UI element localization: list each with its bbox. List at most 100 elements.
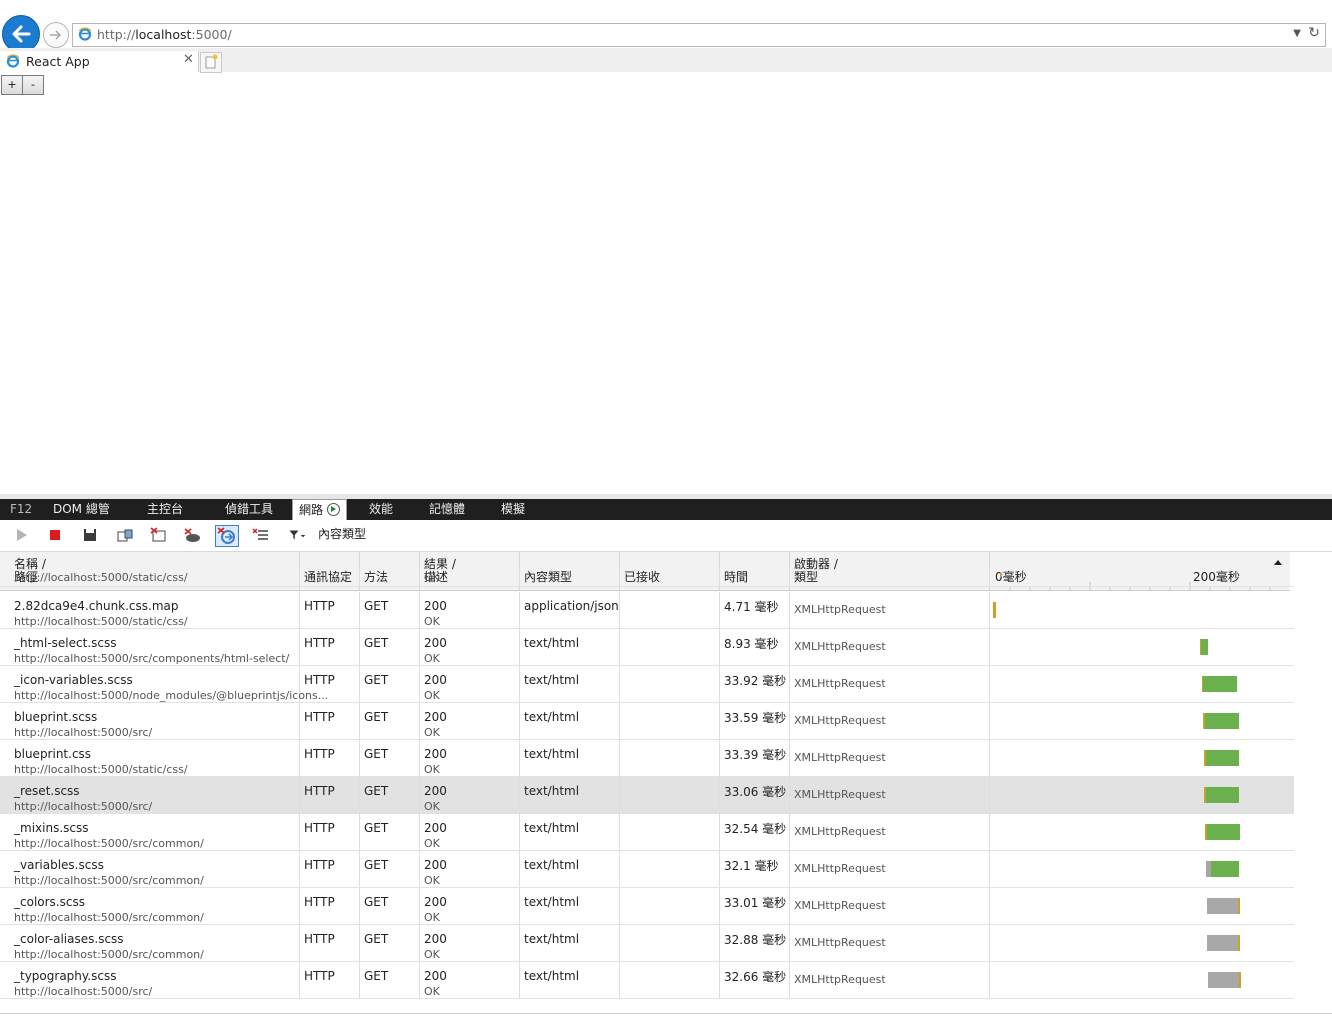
row-type: text/html <box>524 932 580 946</box>
ie-page-icon <box>78 27 92 41</box>
devtools-tab-bar: F12 DOM 總管 主控台 偵錯工具 網路 效能 記憶體 模擬 <box>0 499 1332 521</box>
content-type-filter[interactable]: 內容類型 <box>318 525 366 542</box>
cell-name: 2.82dca9e4.chunk.css.map http://localhost… <box>0 592 300 629</box>
cell-protocol: HTTP <box>300 592 360 629</box>
sort-asc-icon[interactable] <box>1274 560 1282 565</box>
table-row[interactable]: blueprint.scss http://localhost:5000/src/… <box>0 703 1294 740</box>
zoom-in-button[interactable]: + <box>1 75 23 95</box>
row-path: http://localhost:5000/src/components/htm… <box>14 652 290 665</box>
row-desc: OK <box>424 763 440 776</box>
row-name: blueprint.css <box>14 747 92 761</box>
table-row[interactable]: _variables.scss http://localhost:5000/src… <box>0 851 1294 888</box>
timeline-bar-receive <box>1211 861 1239 877</box>
cell-initiator: XMLHttpRequest <box>790 666 990 703</box>
cell-protocol <box>300 570 360 586</box>
row-initiator: XMLHttpRequest <box>794 640 886 653</box>
browser-tab[interactable]: React App ✕ <box>0 51 199 72</box>
cell-type: text/html <box>520 888 620 925</box>
cell-protocol: HTTP <box>300 703 360 740</box>
chevron-down-icon[interactable]: ▼ <box>1293 28 1301 39</box>
new-tab-icon <box>205 54 218 69</box>
tab-emulation[interactable]: 模擬 <box>501 499 525 520</box>
cell-method: GET <box>360 814 420 851</box>
row-desc: OK <box>424 911 440 924</box>
cell-type: text/html <box>520 740 620 777</box>
import-icon[interactable] <box>116 527 134 543</box>
row-path: http://localhost:5000/static/css/ <box>14 615 188 628</box>
timeline-bar-receive <box>1239 972 1241 988</box>
row-initiator: XMLHttpRequest <box>794 788 886 801</box>
cell-result: 200 OK <box>420 592 520 629</box>
stop-icon[interactable] <box>46 527 64 543</box>
table-row[interactable]: 2.82dca9e4.chunk.css.map http://localhost… <box>0 592 1294 629</box>
row-name: _icon-variables.scss <box>14 673 133 687</box>
clear-entries-icon[interactable] <box>252 527 270 543</box>
cell-type: text/html <box>520 703 620 740</box>
cell-type <box>520 570 620 586</box>
table-row[interactable]: _typography.scss http://localhost:5000/sr… <box>0 962 1294 999</box>
cell-result: 200 OK <box>420 629 520 666</box>
row-name: _typography.scss <box>14 969 117 983</box>
close-icon[interactable]: ✕ <box>183 52 194 67</box>
clear-cache-icon[interactable] <box>183 527 201 543</box>
tab-dom-explorer[interactable]: DOM 總管 <box>53 499 110 520</box>
cell-result: 200 OK <box>420 962 520 999</box>
row-time: 33.01 毫秒 <box>724 896 787 910</box>
cell-name: _reset.scss http://localhost:5000/src/ <box>0 777 300 814</box>
cell-received <box>620 925 720 962</box>
row-path: http://localhost:5000/src/common/ <box>14 948 204 961</box>
row-protocol: HTTP <box>304 895 335 909</box>
clear-session-icon[interactable] <box>150 527 168 543</box>
tab-network[interactable]: 網路 <box>292 499 348 521</box>
cell-time: 33.59 毫秒 <box>720 703 790 740</box>
timeline-bar-receive <box>1238 935 1240 951</box>
cell-type: text/html <box>520 666 620 703</box>
new-tab-button[interactable] <box>200 52 222 73</box>
always-refresh-icon[interactable] <box>215 525 239 547</box>
row-path: http://localhost:5000/src/ <box>14 800 153 813</box>
table-row[interactable]: _color-aliases.scss http://localhost:5000… <box>0 925 1294 962</box>
row-name: _color-aliases.scss <box>14 932 124 946</box>
tab-debugger[interactable]: 偵錯工具 <box>225 499 273 520</box>
row-desc: OK <box>424 726 440 739</box>
refresh-icon[interactable]: ↻ <box>1308 25 1320 41</box>
table-row[interactable]: _mixins.scss http://localhost:5000/src/co… <box>0 814 1294 851</box>
row-method: GET <box>364 636 389 650</box>
forward-button[interactable] <box>43 22 69 48</box>
cell-type: text/html <box>520 777 620 814</box>
table-row[interactable]: _colors.scss http://localhost:5000/src/co… <box>0 888 1294 925</box>
save-icon[interactable] <box>81 527 99 543</box>
table-row[interactable]: blueprint.css http://localhost:5000/stati… <box>0 740 1294 777</box>
table-row-partial[interactable]: http://localhost:5000/static/css/ OK <box>0 570 1294 587</box>
cell-name: http://localhost:5000/static/css/ <box>0 570 300 586</box>
zoom-out-button[interactable]: - <box>22 75 44 95</box>
row-name: 2.82dca9e4.chunk.css.map <box>14 599 179 613</box>
filter-icon[interactable] <box>288 527 306 543</box>
row-path: http://localhost:5000/src/common/ <box>14 911 204 924</box>
row-name: _mixins.scss <box>14 821 89 835</box>
row-protocol: HTTP <box>304 673 335 687</box>
cell-method: GET <box>360 962 420 999</box>
tab-memory[interactable]: 記憶體 <box>429 499 465 520</box>
tab-console[interactable]: 主控台 <box>147 499 183 520</box>
tab-performance[interactable]: 效能 <box>369 499 393 520</box>
table-row[interactable]: _html-select.scss http://localhost:5000/s… <box>0 629 1294 666</box>
timeline-bar-receive <box>1206 750 1239 766</box>
row-method: GET <box>364 821 389 835</box>
table-row[interactable]: _reset.scss http://localhost:5000/src/HTT… <box>0 777 1294 814</box>
url-field[interactable]: http://localhost:5000/ ▼ ↻ <box>72 23 1326 47</box>
cell-received <box>620 570 720 586</box>
table-row[interactable]: _icon-variables.scss http://localhost:500… <box>0 666 1294 703</box>
play-icon[interactable] <box>13 527 31 543</box>
cell-protocol: HTTP <box>300 888 360 925</box>
row-path: http://localhost:5000/src/common/ <box>14 837 204 850</box>
row-protocol: HTTP <box>304 599 335 613</box>
network-toolbar: 內容類型 <box>0 520 1332 552</box>
cell-name: blueprint.css http://localhost:5000/stati… <box>0 740 300 777</box>
row-desc: OK <box>424 571 440 584</box>
timeline-bar-receive <box>1203 676 1237 692</box>
row-type: text/html <box>524 821 580 835</box>
cell-method: GET <box>360 703 420 740</box>
row-type: text/html <box>524 895 580 909</box>
cell-method: GET <box>360 888 420 925</box>
